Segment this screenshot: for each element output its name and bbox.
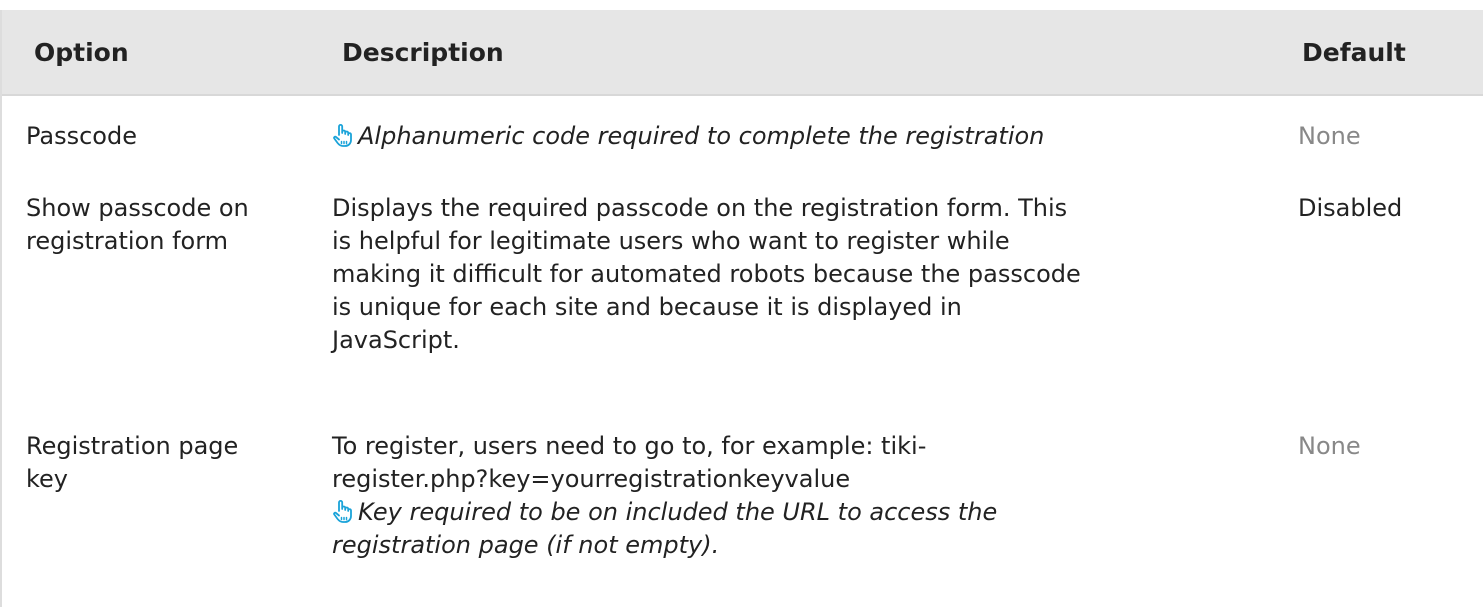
option-default: None [1298,122,1361,150]
option-tip-continued: registration page (if not empty). [332,531,720,559]
option-description: Displays the required passcode on the re… [332,194,1081,354]
option-name: Registration page key [26,432,239,493]
pointing-hand-icon [333,124,352,147]
option-default: Disabled [1298,194,1403,222]
header-description: Description [342,38,504,67]
option-tip-text: Alphanumeric code required to complete t… [358,122,1045,150]
option-tip: Key required to be on included the URL t… [332,496,997,529]
option-description: To register, users need to go to, for ex… [332,430,997,562]
option-default: None [1298,432,1361,460]
table-header: Option Description Default [2,10,1483,96]
option-name: Passcode [26,122,137,150]
preferences-table: Option Description Default Passcode Alph… [0,10,1483,607]
pointing-hand-icon [333,500,352,523]
header-default: Default [1302,38,1406,67]
option-name: Show passcode on registration form [26,194,249,255]
header-option: Option [34,38,129,67]
option-tip: Alphanumeric code required to complete t… [332,120,1044,153]
